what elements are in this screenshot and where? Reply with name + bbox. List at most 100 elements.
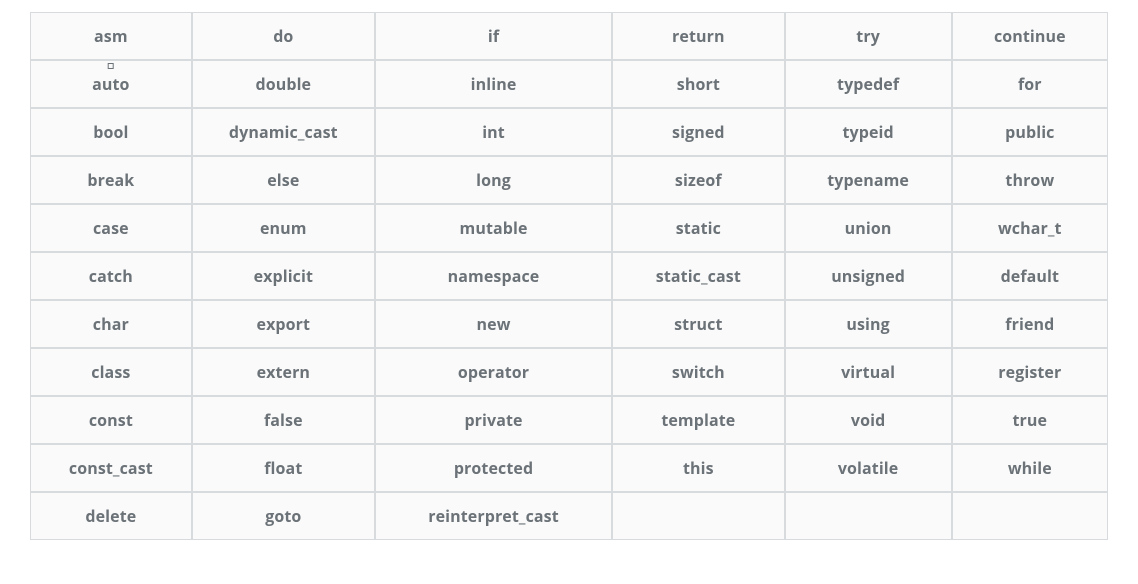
table-cell: enum — [192, 204, 375, 252]
cell-text: volatile — [838, 457, 899, 479]
table-cell: union — [785, 204, 952, 252]
table-cell: this — [612, 444, 784, 492]
table-cell: break — [30, 156, 192, 204]
cell-text: break — [87, 169, 134, 191]
cell-text: case — [93, 217, 129, 239]
table-cell: long — [375, 156, 612, 204]
cell-text: register — [998, 361, 1061, 383]
table-cell: typename — [785, 156, 952, 204]
table-body: asm do if return try continue auto doubl… — [30, 12, 1108, 540]
table-cell: virtual — [785, 348, 952, 396]
table-cell: auto — [30, 60, 192, 108]
table-cell: struct — [612, 300, 784, 348]
cell-text: switch — [672, 361, 725, 383]
table-cell: double — [192, 60, 375, 108]
table-row: bool dynamic_cast int signed typeid publ… — [30, 108, 1108, 156]
cell-text: wchar_t — [998, 217, 1062, 239]
cell-text: namespace — [448, 265, 540, 287]
table-cell: const — [30, 396, 192, 444]
cell-text: true — [1013, 409, 1048, 431]
cell-text: typeid — [842, 121, 893, 143]
cell-text: virtual — [841, 361, 895, 383]
cell-text: asm — [94, 25, 128, 47]
cell-text: while — [1008, 457, 1052, 479]
cell-text: struct — [674, 313, 722, 335]
cell-text: public — [1005, 121, 1054, 143]
table-cell: bool — [30, 108, 192, 156]
table-cell: register — [952, 348, 1108, 396]
table-cell: continue — [952, 12, 1108, 60]
cell-text: extern — [257, 361, 310, 383]
table-cell: volatile — [785, 444, 952, 492]
cell-text: int — [482, 121, 505, 143]
cell-text: bool — [93, 121, 128, 143]
table-row: char export new struct using friend — [30, 300, 1108, 348]
table-cell: do — [192, 12, 375, 60]
table-cell: private — [375, 396, 612, 444]
table-cell: extern — [192, 348, 375, 396]
table-row: const_cast float protected this volatile… — [30, 444, 1108, 492]
table-cell: export — [192, 300, 375, 348]
table-cell: goto — [192, 492, 375, 540]
cell-text: short — [677, 73, 720, 95]
cell-text: try — [856, 25, 880, 47]
table-cell: wchar_t — [952, 204, 1108, 252]
table-cell: typeid — [785, 108, 952, 156]
cell-text: this — [683, 457, 714, 479]
table-cell-empty — [612, 492, 784, 540]
cell-text: template — [661, 409, 735, 431]
table-cell: else — [192, 156, 375, 204]
table-cell: signed — [612, 108, 784, 156]
table-cell: throw — [952, 156, 1108, 204]
table-cell: sizeof — [612, 156, 784, 204]
table-row: class extern operator switch virtual reg… — [30, 348, 1108, 396]
table-cell: true — [952, 396, 1108, 444]
table-cell: case — [30, 204, 192, 252]
cell-text: using — [846, 313, 889, 335]
cell-text: void — [851, 409, 885, 431]
cell-text: if — [488, 25, 499, 47]
table-cell: explicit — [192, 252, 375, 300]
cell-text: default — [1001, 265, 1059, 287]
table-cell: int — [375, 108, 612, 156]
table-row: case enum mutable static union wchar_t — [30, 204, 1108, 252]
cell-text: sizeof — [675, 169, 722, 191]
table-row: asm do if return try continue — [30, 12, 1108, 60]
table-row: auto double inline short typedef for — [30, 60, 1108, 108]
table-cell: try — [785, 12, 952, 60]
table-cell-empty — [952, 492, 1108, 540]
table-cell: default — [952, 252, 1108, 300]
table-cell: false — [192, 396, 375, 444]
cell-text: unsigned — [831, 265, 905, 287]
cell-text: dynamic_cast — [229, 121, 338, 143]
table-cell: mutable — [375, 204, 612, 252]
cell-text: long — [476, 169, 511, 191]
cell-text: continue — [994, 25, 1066, 47]
table-cell: unsigned — [785, 252, 952, 300]
table-cell: float — [192, 444, 375, 492]
table-cell: class — [30, 348, 192, 396]
cell-text: enum — [260, 217, 307, 239]
cell-text: typedef — [837, 73, 899, 95]
cell-text: const_cast — [69, 457, 153, 479]
cell-text: double — [256, 73, 312, 95]
cell-text: signed — [672, 121, 725, 143]
table-cell: namespace — [375, 252, 612, 300]
cell-text: new — [477, 313, 511, 335]
marker-square-icon — [108, 63, 114, 69]
cell-text: private — [464, 409, 522, 431]
cell-text: mutable — [460, 217, 528, 239]
table-cell: friend — [952, 300, 1108, 348]
table-cell: catch — [30, 252, 192, 300]
cell-text: for — [1018, 73, 1042, 95]
cell-text: protected — [454, 457, 533, 479]
table-cell: new — [375, 300, 612, 348]
table-cell: char — [30, 300, 192, 348]
table-cell: operator — [375, 348, 612, 396]
cell-text: throw — [1005, 169, 1054, 191]
cell-text: catch — [89, 265, 133, 287]
table-cell: while — [952, 444, 1108, 492]
cell-text: reinterpret_cast — [428, 505, 559, 527]
cell-text: delete — [85, 505, 136, 527]
cell-text: static — [676, 217, 721, 239]
